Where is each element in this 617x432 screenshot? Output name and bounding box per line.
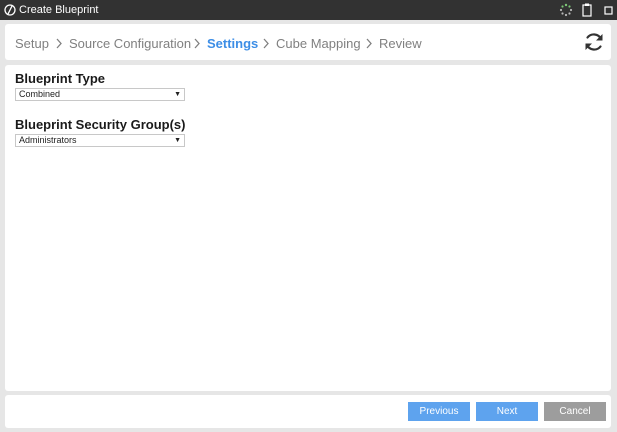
step-cube-mapping[interactable]: Cube Mapping — [276, 36, 361, 51]
blueprint-type-label: Blueprint Type — [15, 71, 106, 86]
window-title: Create Blueprint — [19, 4, 99, 16]
step-review[interactable]: Review — [379, 36, 422, 51]
cancel-button[interactable]: Cancel — [544, 402, 606, 421]
settings-panel: Blueprint Type Combined ▼ Blueprint Secu… — [5, 65, 611, 391]
next-button[interactable]: Next — [476, 402, 538, 421]
caret-down-icon: ▼ — [174, 91, 181, 98]
chevron-right-icon — [194, 38, 200, 49]
wizard-steps-bar: Setup Source Configuration Settings Cube… — [5, 24, 611, 60]
window-titlebar: Create Blueprint — [0, 0, 617, 20]
step-settings[interactable]: Settings — [207, 36, 258, 51]
maximize-icon[interactable] — [604, 3, 613, 17]
dialog-footer: Previous Next Cancel — [5, 395, 611, 428]
app-logo-icon — [4, 4, 16, 16]
step-source-configuration[interactable]: Source Configuration — [69, 36, 191, 51]
loading-spinner-icon — [559, 3, 573, 17]
clipboard-icon[interactable] — [582, 3, 592, 17]
chevron-right-icon — [56, 38, 62, 49]
blueprint-type-select[interactable]: Combined ▼ — [15, 88, 185, 101]
chevron-right-icon — [366, 38, 372, 49]
caret-down-icon: ▼ — [174, 137, 181, 144]
refresh-icon[interactable] — [583, 31, 605, 53]
security-groups-select[interactable]: Administrators ▼ — [15, 134, 185, 147]
chevron-right-icon — [263, 38, 269, 49]
security-groups-value: Administrators — [19, 135, 77, 145]
blueprint-type-value: Combined — [19, 89, 61, 99]
security-groups-label: Blueprint Security Group(s) — [15, 117, 186, 132]
previous-button[interactable]: Previous — [408, 402, 470, 421]
step-setup[interactable]: Setup — [15, 36, 49, 51]
